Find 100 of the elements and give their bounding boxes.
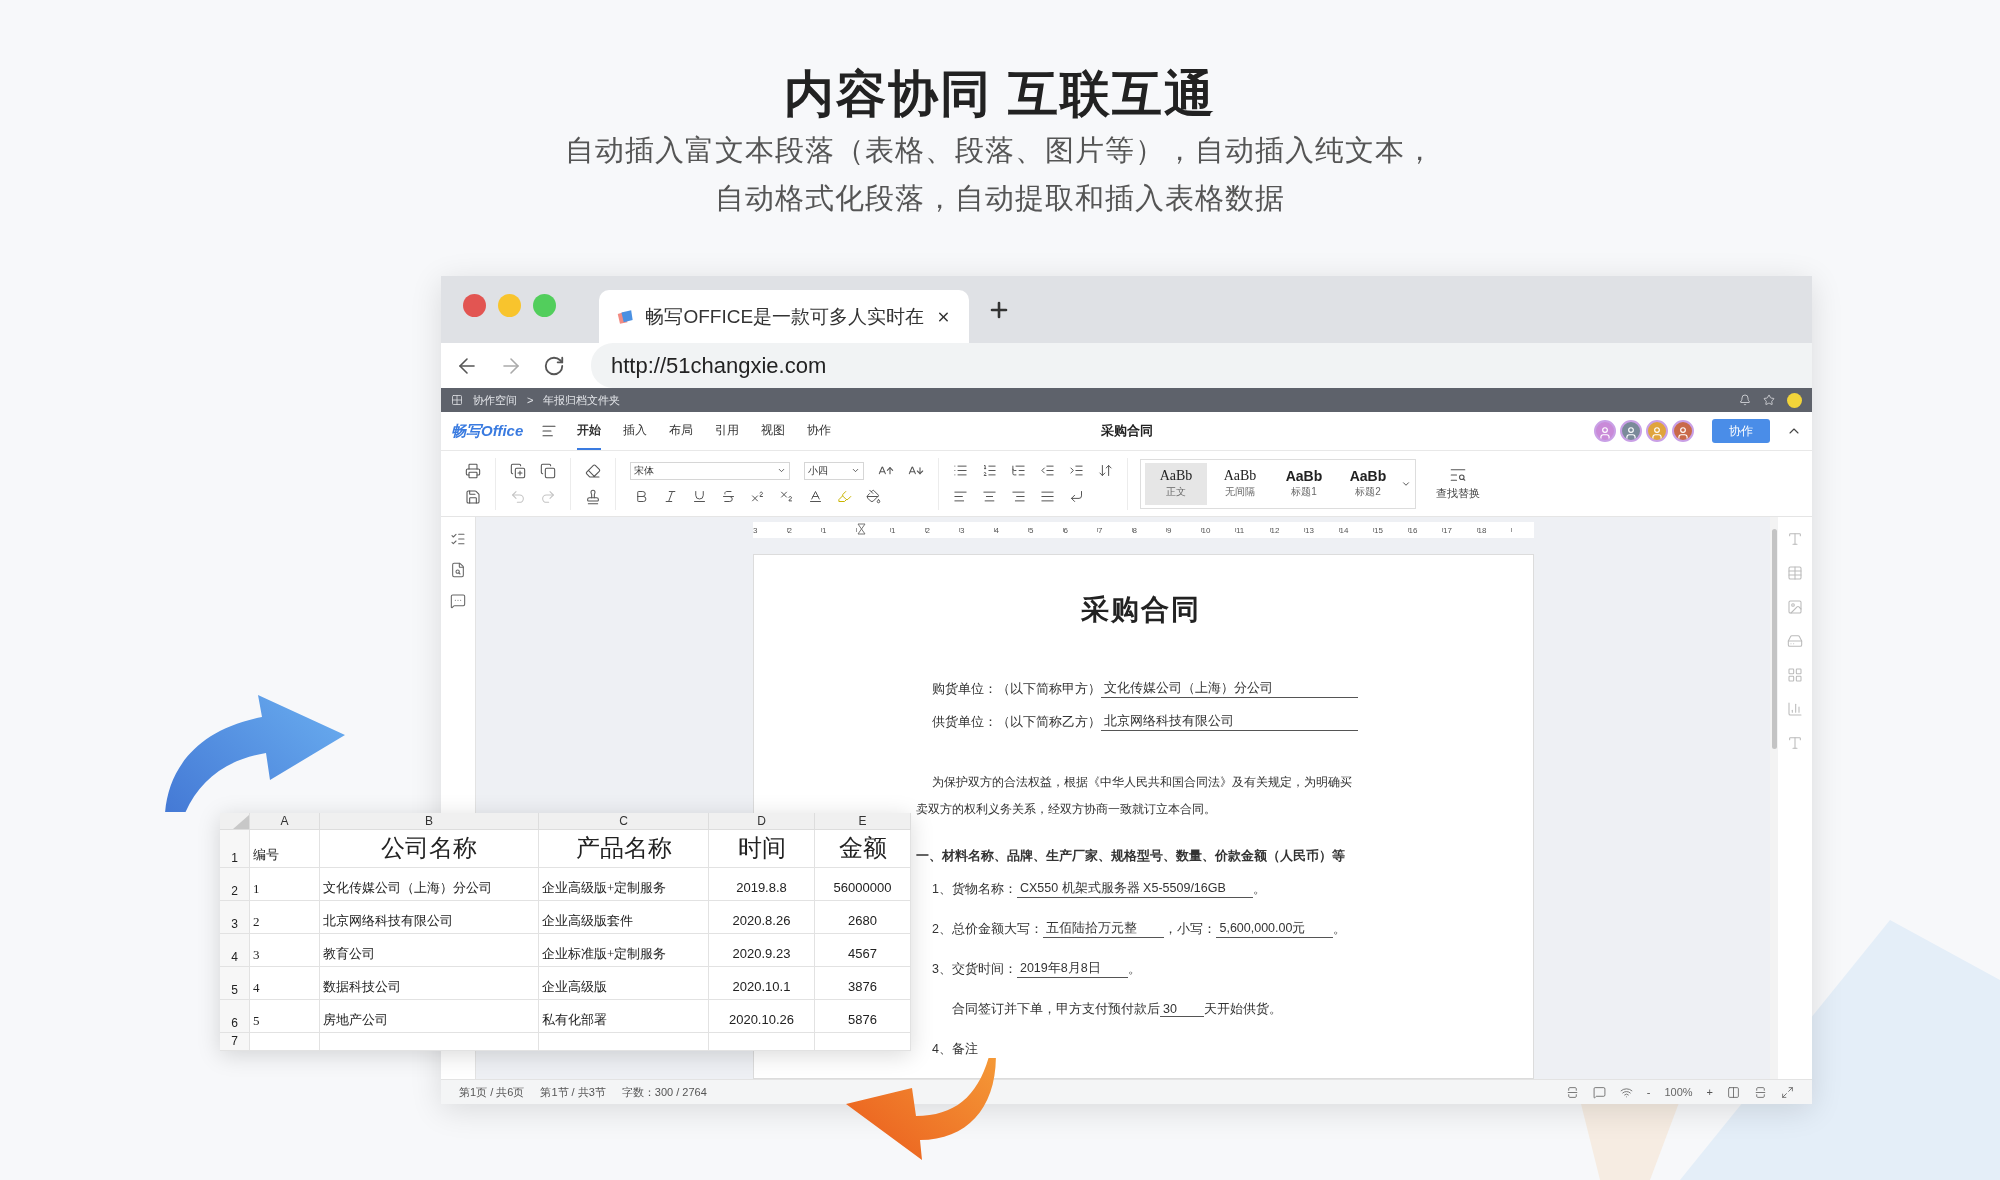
comment-icon[interactable] [1592,1085,1606,1099]
ribbon-tab[interactable]: 插入 [623,412,648,450]
ribbon-tab[interactable]: 开始 [577,412,602,450]
italic-icon[interactable] [663,489,678,504]
copy-icon[interactable] [510,462,526,479]
zoom-out-button[interactable]: - [1646,1086,1651,1098]
table-cell: 5876 [815,1000,911,1033]
comment-icon[interactable] [450,593,466,609]
table-cell: 私有化部署 [539,1000,709,1033]
style-option[interactable]: AaBb 标题1 [1273,462,1335,505]
ruler-number: 1 [822,525,827,535]
table-cell: 3876 [815,967,911,1000]
line-spacing-icon[interactable] [1098,463,1113,478]
menu-icon[interactable] [541,423,558,439]
page-view-icon[interactable] [1565,1085,1579,1099]
bullet-list-icon[interactable] [953,463,968,478]
column-header[interactable]: D [709,813,815,830]
filled-blank: 30 [1160,1001,1205,1017]
clause-text: 4、备注 [932,1040,978,1058]
ruler-number: 15 [1374,525,1383,535]
ribbon-tab[interactable]: 协作 [807,412,832,450]
multilevel-list-icon[interactable] [1011,463,1026,478]
eraser-icon[interactable] [585,462,601,479]
table-cell: 2019.8.8 [709,868,815,901]
section-count: 第1节 / 共3节 [540,1084,606,1100]
review-icon[interactable] [450,562,466,578]
reload-icon[interactable] [543,354,565,377]
font-color-icon[interactable] [808,489,823,504]
fit-page-icon[interactable] [1754,1085,1767,1099]
ruler-number: 8 [1132,525,1137,535]
clause-text: 3、交货时间： [932,960,1017,978]
ruler-number: 3 [753,525,758,535]
paragraph-line: 卖双方的权利义务关系，经双方协商一致就订立本合同。 [916,801,1216,818]
font-size-select[interactable]: 小四 [804,461,864,480]
browser-tab[interactable]: 畅写OFFICE是一款可多人实时在 [599,290,969,343]
table-cell: 2 [250,901,320,934]
avatar-icon[interactable] [1787,392,1802,408]
find-replace-button[interactable]: 查找替换 [1430,465,1486,502]
ribbon-tab[interactable]: 布局 [669,412,694,450]
column-header[interactable]: C [539,813,709,830]
breadcrumb-separator: > [527,394,534,406]
line-break-icon[interactable] [1069,489,1084,504]
column-header[interactable]: E [815,813,911,830]
section-heading: 一、材料名称、品牌、生产厂家、规格型号、数量、价款金额（人民币）等 [916,848,1346,865]
align-center-icon[interactable] [982,489,997,504]
column-header[interactable]: A [250,813,320,830]
indent-marker-icon[interactable] [856,523,866,537]
row-number: 4 [220,934,250,967]
style-option[interactable]: AaBb 正文 [1145,462,1207,505]
bell-icon[interactable] [1739,394,1751,406]
bold-icon[interactable] [634,489,649,504]
row-number: 1 [220,830,250,868]
ribbon-tab[interactable]: 引用 [715,412,740,450]
fullscreen-icon[interactable] [1781,1085,1794,1099]
outline-icon[interactable] [450,531,466,547]
superscript-icon[interactable] [750,489,765,504]
apps-icon[interactable] [451,394,463,406]
table-cell: 4 [250,967,320,1000]
numbered-list-icon[interactable] [982,463,997,478]
wifi-icon[interactable] [1619,1085,1633,1099]
font-select[interactable]: 宋体 [630,461,790,480]
outdent-icon[interactable] [1040,463,1055,478]
clause-text: ，小写： [1164,920,1217,938]
breadcrumb-item[interactable]: 年报归档文件夹 [543,392,621,408]
breadcrumb-item[interactable]: 协作空间 [473,392,517,408]
fit-width-icon[interactable] [1727,1085,1740,1099]
printer-icon[interactable] [465,462,481,479]
close-window-button[interactable] [463,294,486,317]
fill-color-icon[interactable] [866,489,881,504]
ruler-number: 6 [1063,525,1068,535]
ruler-number: 12 [1270,525,1280,535]
format-painter-icon[interactable] [585,488,601,505]
scrollbar-thumb[interactable] [1771,529,1777,749]
strikethrough-icon[interactable] [721,489,736,504]
table-cell: 3 [250,934,320,967]
justify-icon[interactable] [1040,489,1055,504]
align-right-icon[interactable] [1011,489,1026,504]
style-option[interactable]: AaBb 标题2 [1337,462,1399,505]
table-cell: 编号 [250,830,320,868]
table-cell: 2020.8.26 [709,901,815,934]
subscript-icon[interactable] [779,489,794,504]
document-title: 采购合同 [1100,422,1153,440]
indent-icon[interactable] [1069,463,1084,478]
table-cell: 5 [250,1000,320,1033]
ruler-number: 11 [1236,525,1245,535]
address-field[interactable]: http://51changxie.com [591,343,1812,388]
ribbon-tab[interactable]: 视图 [761,412,786,450]
style-option[interactable]: AaBb 无间隔 [1209,462,1271,505]
table-cell: 数据科技公司 [320,967,539,1000]
underline-icon[interactable] [692,489,707,504]
paste-icon[interactable] [540,462,556,479]
avatar-icon [1672,420,1694,442]
align-left-icon[interactable] [953,489,968,504]
ruler-number: 16 [1408,525,1418,535]
zoom-in-button[interactable]: + [1706,1086,1713,1098]
star-icon[interactable] [1763,394,1775,406]
subtitle: 自动格式化段落，自动提取和插入表格数据 [715,181,1285,216]
save-icon[interactable] [465,488,481,505]
zoom-level: 100% [1664,1086,1693,1098]
column-header[interactable]: B [320,813,539,830]
